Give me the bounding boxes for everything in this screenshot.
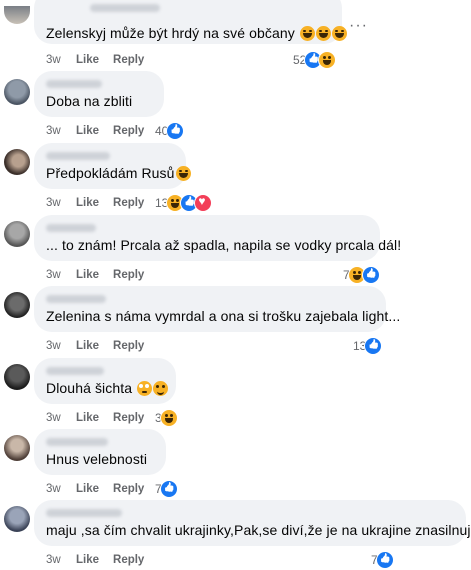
avatar[interactable] <box>4 435 30 461</box>
reply-button[interactable]: Reply <box>113 483 144 495</box>
like-reaction-icon <box>361 266 380 284</box>
avatar[interactable] <box>4 79 30 105</box>
reply-button[interactable]: Reply <box>113 54 144 66</box>
laughing-emoji-icon <box>315 26 331 41</box>
reaction-summary[interactable]: 40 <box>155 122 185 140</box>
comment-actions: 3w Like Reply <box>46 411 158 425</box>
reply-button[interactable]: Reply <box>113 554 144 566</box>
comment-text: maju ,sa čím chvalit ukrajinky,Pak,se di… <box>46 522 471 538</box>
reaction-summary[interactable]: 7 <box>343 266 380 284</box>
timestamp[interactable]: 3w <box>46 125 76 137</box>
reply-button[interactable]: Reply <box>113 412 144 424</box>
like-button[interactable]: Like <box>76 197 99 209</box>
comment-text: Zelenina s náma vymrdal a ona si trošku … <box>46 308 401 324</box>
comment-text: Doba na zbliti <box>46 93 133 109</box>
timestamp[interactable]: 3w <box>46 54 76 66</box>
like-button[interactable]: Like <box>76 54 99 66</box>
timestamp[interactable]: 3w <box>46 197 76 209</box>
author-name[interactable] <box>46 438 108 446</box>
laughing-emoji-icon <box>299 26 315 41</box>
comment-actions: 3w Like Reply <box>46 339 158 353</box>
timestamp[interactable]: 3w <box>46 412 76 424</box>
like-button[interactable]: Like <box>76 412 99 424</box>
reaction-summary[interactable]: 7 <box>371 551 394 569</box>
author-name[interactable] <box>90 4 160 12</box>
like-reaction-icon <box>364 337 383 355</box>
reply-button[interactable]: Reply <box>113 269 144 281</box>
author-name[interactable] <box>46 295 106 303</box>
like-button[interactable]: Like <box>76 269 99 281</box>
comment-bubble: Doba na zbliti <box>34 71 164 117</box>
avatar[interactable] <box>4 292 30 318</box>
avatar[interactable] <box>4 364 30 390</box>
haha-reaction-icon <box>159 409 178 427</box>
timestamp[interactable]: 3w <box>46 554 76 566</box>
like-button[interactable]: Like <box>76 340 99 352</box>
reply-button[interactable]: Reply <box>113 125 144 137</box>
timestamp[interactable]: 3w <box>46 269 76 281</box>
author-name[interactable] <box>46 80 102 88</box>
love-reaction-icon <box>194 194 213 212</box>
comment-text: ... to znám! Prcala až spadla, napila se… <box>46 237 402 253</box>
avatar[interactable] <box>4 6 30 24</box>
comment-actions: 3w Like Reply <box>46 482 158 496</box>
reaction-summary[interactable]: 7 <box>155 480 178 498</box>
comment-bubble: Hnus velebnosti <box>34 429 166 475</box>
timestamp[interactable]: 3w <box>46 340 76 352</box>
laughing-emoji-icon <box>175 166 191 181</box>
avatar[interactable] <box>4 221 30 247</box>
timestamp[interactable]: 3w <box>46 483 76 495</box>
like-reaction-icon <box>375 551 394 569</box>
comment-bubble: ... to znám! Prcala až spadla, napila se… <box>34 215 402 261</box>
reaction-summary[interactable]: 13 <box>353 337 383 355</box>
author-name[interactable] <box>46 367 104 375</box>
like-button[interactable]: Like <box>76 554 99 566</box>
comment-bubble: Zelenskyj může být hrdý na své občany <box>34 0 347 44</box>
comment-text: Zelenskyj může být hrdý na své občany <box>46 24 347 42</box>
smiling-emoji-icon <box>153 381 169 396</box>
comment-text: Dlouhá šichta <box>46 379 169 397</box>
author-name[interactable] <box>46 509 122 517</box>
like-reaction-icon <box>159 480 178 498</box>
comment-actions: 3w Like Reply <box>46 553 158 567</box>
like-reaction-icon <box>166 122 185 140</box>
reply-button[interactable]: Reply <box>113 340 144 352</box>
like-button[interactable]: Like <box>76 125 99 137</box>
comment-actions: 3w Like Reply <box>46 124 158 138</box>
eye-roll-emoji-icon <box>137 381 153 396</box>
haha-reaction-icon <box>318 51 337 69</box>
comment-actions: 3w Like Reply <box>46 196 158 210</box>
reaction-summary[interactable]: 52 <box>293 51 337 69</box>
reaction-summary[interactable]: 13 <box>155 194 213 212</box>
laughing-emoji-icon <box>331 26 347 41</box>
more-options-icon[interactable]: ··· <box>349 17 368 35</box>
reaction-summary[interactable]: 3 <box>155 409 178 427</box>
comment-text: Hnus velebnosti <box>46 451 148 467</box>
comment-actions: 3w Like Reply <box>46 53 158 67</box>
comment-bubble: Předpokládám Rusů <box>34 143 191 189</box>
avatar[interactable] <box>4 506 30 532</box>
comment-bubble: Dlouhá šichta <box>34 358 176 404</box>
comment-text: Předpokládám Rusů <box>46 164 191 182</box>
comment-bubble: maju ,sa čím chvalit ukrajinky,Pak,se di… <box>34 500 471 546</box>
author-name[interactable] <box>46 152 110 160</box>
avatar[interactable] <box>4 149 30 175</box>
reply-button[interactable]: Reply <box>113 197 144 209</box>
comment-bubble: Zelenina s náma vymrdal a ona si trošku … <box>34 286 401 332</box>
author-name[interactable] <box>46 224 96 232</box>
like-button[interactable]: Like <box>76 483 99 495</box>
comment-actions: 3w Like Reply <box>46 268 158 282</box>
